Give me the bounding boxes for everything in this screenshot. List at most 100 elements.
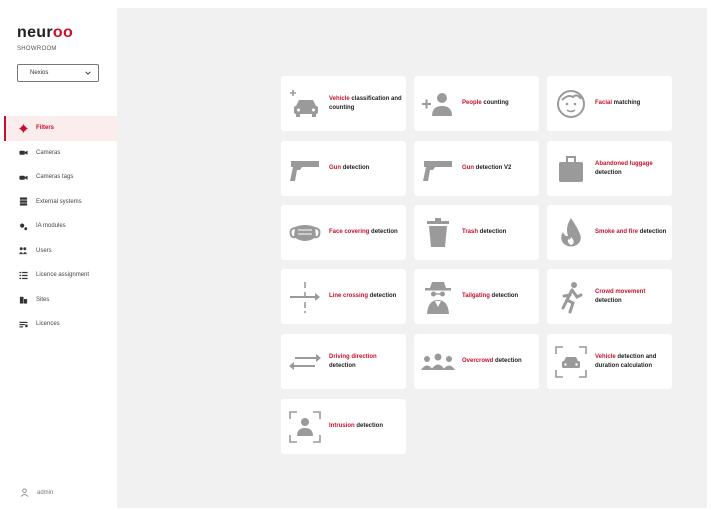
- filter-card-label: Abandoned luggage detection: [595, 141, 668, 196]
- filter-card-highlight: Vehicle: [595, 353, 616, 360]
- filter-card-highlight: Intrusion: [329, 423, 355, 429]
- users-icon: [18, 246, 28, 256]
- filter-card-highlight: Overcrowd: [462, 358, 494, 364]
- sidebar-item-label: Licence assignment: [36, 272, 90, 279]
- tailgating-icon: [420, 279, 456, 315]
- filter-card-driving-direction[interactable]: Driving direction detection: [281, 334, 406, 389]
- filter-card-face-mask[interactable]: Face covering detection: [281, 205, 406, 260]
- filter-card-highlight: Face covering: [329, 229, 370, 235]
- sidebar-nav: Filters Cameras Cameras tags External syste…: [4, 116, 117, 337]
- luggage-icon: [553, 151, 589, 187]
- filter-card-rest: detection: [489, 293, 519, 299]
- filter-card-rest: detection: [638, 229, 667, 235]
- sidebar-item-label: Filters: [36, 125, 55, 132]
- gun-icon: [287, 151, 323, 187]
- filter-card-label: Gun detection: [329, 141, 402, 196]
- line-crossing-icon: [287, 279, 323, 315]
- filter-card-fire[interactable]: Smoke and fire detection: [547, 205, 672, 260]
- sidebar-item-licences[interactable]: Licences: [4, 312, 117, 337]
- filter-card-highlight: Driving direction: [329, 353, 377, 360]
- filter-card-rest: detection: [369, 229, 398, 235]
- sidebar-item-ia-modules[interactable]: IA modules: [4, 214, 117, 239]
- sidebar-item-label: Sites: [36, 296, 50, 303]
- sidebar: neuroo SHOWROOM Nexios Filters Cameras Cam…: [4, 8, 117, 508]
- sidebar-item-cameras[interactable]: Cameras: [4, 141, 117, 166]
- filter-card-vehicle-duration[interactable]: Vehicle detection and duration calculati…: [547, 334, 672, 389]
- site-select[interactable]: Nexios: [17, 64, 99, 82]
- face-mask-icon: [287, 215, 323, 251]
- filter-card-highlight: Trash: [462, 229, 479, 235]
- filter-card-tailgating[interactable]: Tailgating detection: [414, 269, 539, 324]
- sidebar-item-label: External systems: [36, 198, 82, 205]
- filter-card-intrusion[interactable]: Intrusion detection: [281, 399, 406, 454]
- filter-card-trash[interactable]: Trash detection: [414, 205, 539, 260]
- trash-icon: [420, 215, 456, 251]
- vehicle-duration-icon: [553, 344, 589, 380]
- app-frame: neuroo SHOWROOM Nexios Filters Cameras Cam…: [4, 8, 707, 508]
- filter-card-vehicle-classification[interactable]: Vehicle classification and counting: [281, 76, 406, 131]
- filter-card-gun-v2[interactable]: Gun detection V2: [414, 141, 539, 196]
- filter-card-label: Line crossing detection: [329, 269, 402, 324]
- sidebar-item-filters[interactable]: Filters: [4, 116, 117, 141]
- filter-card-crowd-movement[interactable]: Crowd movement detection: [547, 269, 672, 324]
- people-counting-icon: [420, 86, 456, 122]
- filter-card-label: Facial matching: [595, 76, 668, 131]
- site-subtitle: SHOWROOM: [17, 46, 57, 52]
- sidebar-item-label: IA modules: [36, 223, 66, 230]
- filter-card-luggage[interactable]: Abandoned luggage detection: [547, 141, 672, 196]
- filter-card-label: Smoke and fire detection: [595, 205, 668, 260]
- licence-icon: [18, 319, 28, 329]
- user-label: admin: [37, 489, 54, 496]
- sidebar-item-sites[interactable]: Sites: [4, 288, 117, 313]
- sidebar-item-label: Cameras: [36, 149, 61, 156]
- filter-card-facial-matching[interactable]: Facial matching: [547, 76, 672, 131]
- user-menu[interactable]: admin: [20, 488, 53, 497]
- filter-card-rest: detection: [329, 362, 356, 369]
- filter-card-overcrowd[interactable]: Overcrowd detection: [414, 334, 539, 389]
- filter-card-rest: detection: [341, 165, 370, 171]
- filter-card-highlight: Gun: [462, 165, 474, 171]
- fire-icon: [553, 215, 589, 251]
- filter-card-highlight: Crowd movement: [595, 288, 646, 295]
- server-icon: [18, 197, 28, 207]
- camera-tag-icon: [18, 172, 28, 182]
- filter-card-label: Driving direction detection: [329, 334, 402, 389]
- gun-v2-icon: [420, 151, 456, 187]
- filter-card-rest: detection: [478, 229, 507, 235]
- cogs-icon: [18, 221, 28, 231]
- sidebar-item-label: Users: [36, 247, 52, 254]
- filter-card-rest: detection V2: [474, 165, 512, 171]
- filter-card-label: Trash detection: [462, 205, 535, 260]
- filter-card-label: Gun detection V2: [462, 141, 535, 196]
- filter-card-rest: detection: [354, 423, 384, 429]
- sidebar-item-licence-assignment[interactable]: Licence assignment: [4, 263, 117, 288]
- sidebar-item-users[interactable]: Users: [4, 239, 117, 264]
- filter-card-highlight: Gun: [329, 165, 341, 171]
- filter-card-highlight: Facial: [595, 100, 613, 106]
- filter-card-highlight: Tailgating: [462, 293, 490, 299]
- intrusion-icon: [287, 409, 323, 445]
- filter-card-rest: counting: [481, 100, 509, 106]
- filter-card-label: Vehicle detection and duration calculati…: [595, 334, 668, 389]
- filter-card-label: Overcrowd detection: [462, 334, 535, 389]
- filter-card-highlight: Vehicle: [329, 95, 350, 102]
- chevron-down-icon: [85, 71, 91, 75]
- filter-card-label: People counting: [462, 76, 535, 131]
- list-check-icon: [18, 270, 28, 280]
- sidebar-item-cameras-tags[interactable]: Cameras tags: [4, 165, 117, 190]
- logo: neuroo: [17, 24, 74, 41]
- filter-card-people-counting[interactable]: People counting: [414, 76, 539, 131]
- filter-card-label: Tailgating detection: [462, 269, 535, 324]
- sidebar-item-external-systems[interactable]: External systems: [4, 190, 117, 215]
- facial-matching-icon: [553, 86, 589, 122]
- filter-card-highlight: Smoke and fire: [595, 229, 639, 235]
- filter-icon: [18, 123, 28, 133]
- sidebar-item-label: Cameras tags: [36, 174, 74, 181]
- filter-card-highlight: Line crossing: [329, 293, 369, 299]
- filter-card-line-crossing[interactable]: Line crossing detection: [281, 269, 406, 324]
- filter-card-rest: detection: [595, 297, 622, 304]
- vehicle-classification-icon: [287, 86, 323, 122]
- filter-card-label: Face covering detection: [329, 205, 402, 260]
- filter-card-label: Intrusion detection: [329, 399, 402, 454]
- filter-card-gun[interactable]: Gun detection: [281, 141, 406, 196]
